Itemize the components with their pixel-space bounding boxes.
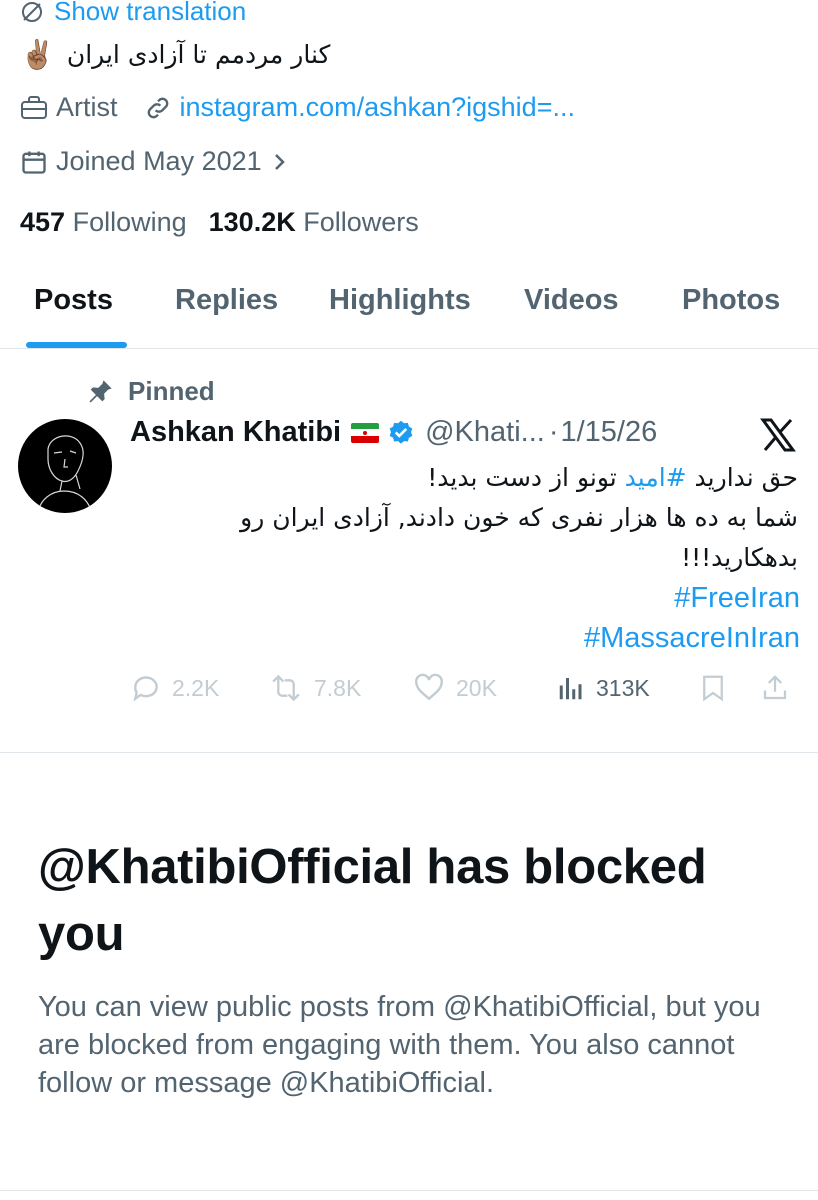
verified-badge-icon: [387, 419, 415, 447]
victory-hand-emoji: ✌🏽: [20, 39, 55, 70]
views-button[interactable]: 313K: [556, 672, 650, 704]
tab-videos[interactable]: Videos: [524, 284, 619, 317]
tab-highlights[interactable]: Highlights: [329, 284, 471, 317]
iran-flag-icon: [351, 422, 380, 443]
tab-posts[interactable]: Posts: [34, 284, 113, 317]
pin-icon: [86, 378, 114, 406]
separator-dot: ·: [548, 416, 559, 448]
followers-link[interactable]: 130.2K Followers: [209, 207, 419, 238]
share-button[interactable]: [760, 672, 790, 704]
joined-label: Joined May 2021: [56, 146, 262, 176]
tab-replies[interactable]: Replies: [175, 284, 278, 317]
profile-meta: Artist instagram.com/ashkan?igshid=...: [20, 92, 601, 123]
author-handle: @Khati...: [425, 416, 545, 448]
category-label: Artist: [56, 92, 118, 122]
post-line-2: شما به ده ها هزار نفری که خون دادند, آزا…: [240, 503, 798, 532]
chevron-right-icon: [270, 150, 290, 174]
post-divider: [0, 752, 818, 753]
x-logo-icon: [760, 418, 796, 452]
bookmark-button[interactable]: [698, 672, 728, 704]
repost-button[interactable]: 7.8K: [268, 672, 361, 704]
hashtag-omid[interactable]: #امید: [625, 463, 687, 492]
tab-photos[interactable]: Photos: [682, 284, 780, 317]
blocked-title: @KhatibiOfficial has blocked you: [38, 840, 707, 961]
show-translation-label: Show translation: [54, 0, 247, 26]
hashtag-freeiran[interactable]: #FreeIran: [584, 578, 800, 618]
profile-bio: ✌🏽 کنار مردمم تا آزادی ایران: [20, 38, 330, 71]
post-header: Ashkan Khatibi @Khati... · 1/15/26: [130, 416, 657, 449]
post-hashtags: #FreeIran #MassacreInIran: [584, 578, 800, 658]
blocked-description: You can view public posts from @KhatibiO…: [38, 991, 761, 1099]
following-count: 457: [20, 207, 66, 237]
repost-count: 7.8K: [314, 674, 362, 701]
reply-button[interactable]: 2.2K: [130, 672, 219, 704]
calendar-icon: [20, 148, 48, 176]
repost-icon: [268, 672, 304, 704]
post-actions: 2.2K 7.8K 20K 313K: [130, 672, 800, 714]
bookmark-icon: [698, 672, 728, 704]
like-count: 20K: [456, 674, 497, 701]
tabs-divider: [0, 348, 818, 349]
heart-icon: [412, 672, 446, 704]
share-icon: [760, 672, 790, 704]
post-line-1-start: حق ندارید: [686, 463, 798, 492]
profile-category: Artist: [20, 92, 118, 123]
pinned-label: Pinned: [128, 376, 215, 406]
hashtag-massacreiniran[interactable]: #MassacreInIran: [584, 618, 800, 658]
post-text: حق ندارید #امید تونو از دست بدید! شما به…: [138, 458, 798, 578]
author-name[interactable]: Ashkan Khatibi: [130, 416, 341, 449]
pinned-indicator: Pinned: [86, 376, 215, 407]
profile-tabs: Posts Replies Highlights Videos Photos: [0, 270, 818, 348]
profile-link-text: instagram.com/ashkan?igshid=...: [179, 92, 575, 122]
following-label: Following: [72, 207, 187, 237]
show-translation-link[interactable]: Show translation: [20, 0, 246, 27]
follow-stats: 457 Following 130.2K Followers: [20, 207, 419, 238]
reply-icon: [130, 672, 162, 704]
briefcase-icon: [20, 95, 48, 121]
like-button[interactable]: 20K: [412, 672, 497, 704]
followers-count: 130.2K: [208, 207, 296, 237]
post-line-1-end: تونو از دست بدید!: [427, 463, 625, 492]
post-line-3: بدهکارید!!!: [681, 543, 798, 572]
link-icon: [144, 94, 172, 122]
followers-label: Followers: [303, 207, 419, 237]
bottom-divider: [0, 1190, 818, 1191]
views-icon: [556, 672, 586, 704]
following-link[interactable]: 457 Following: [20, 207, 187, 238]
views-count: 313K: [596, 674, 650, 701]
translate-icon: [20, 0, 44, 24]
author-avatar[interactable]: [18, 419, 112, 513]
reply-count: 2.2K: [172, 674, 220, 701]
joined-date[interactable]: Joined May 2021: [20, 146, 290, 177]
bio-text: کنار مردمم تا آزادی ایران: [66, 40, 331, 69]
post-line-1: حق ندارید #امید تونو از دست بدید!: [138, 458, 798, 498]
profile-link[interactable]: instagram.com/ashkan?igshid=...: [144, 92, 575, 123]
post-date[interactable]: 1/15/26: [560, 416, 657, 449]
